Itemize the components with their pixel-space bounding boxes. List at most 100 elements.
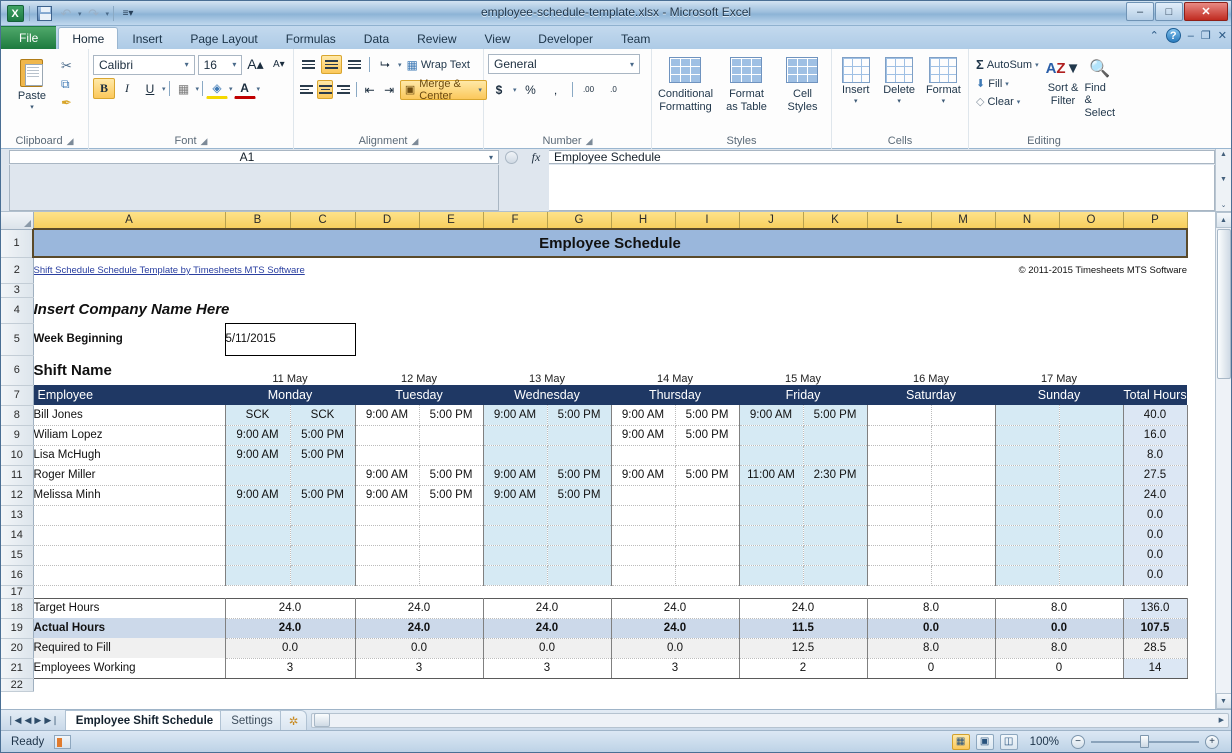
day-date-6[interactable]: 17 May [995,355,1123,385]
tab-team[interactable]: Team [607,27,664,49]
title-cell[interactable]: Employee Schedule [33,229,1187,257]
autosum-button[interactable]: Σ AutoSum ▾ [973,56,1042,73]
row-header-14[interactable]: 14 [1,525,33,545]
week-beginning-value[interactable]: 5/11/2015 [225,323,355,355]
shift-cell[interactable] [290,505,355,525]
formula-bar-scrollbar[interactable]: ▲ ▼ ⌄ [1215,149,1231,211]
column-header-O[interactable]: O [1059,212,1123,229]
alignment-dialog-launcher-icon[interactable]: ◢ [412,136,419,147]
shift-cell[interactable] [290,465,355,485]
shift-cell[interactable] [355,505,419,525]
number-dialog-launcher-icon[interactable]: ◢ [586,136,593,147]
row-header-11[interactable]: 11 [1,465,33,485]
day-date-2[interactable]: 13 May [483,355,611,385]
increase-decimal-icon[interactable]: .00 [578,79,600,100]
shift-cell[interactable] [611,505,675,525]
shift-cell[interactable] [611,565,675,585]
sheet-tab-settings[interactable]: Settings [220,710,284,730]
sheet-row-22[interactable]: 22 [1,678,1187,691]
minimize-button[interactable]: – [1126,2,1154,21]
column-header-M[interactable]: M [931,212,995,229]
empty[interactable] [1123,355,1187,385]
chevron-down-icon[interactable]: ▾ [182,60,192,69]
shift-cell[interactable]: 9:00 AM [739,405,803,425]
paste-dropdown-icon[interactable]: ▾ [30,103,34,111]
column-header-C[interactable]: C [290,212,355,229]
zoom-slider[interactable] [1091,736,1199,748]
shift-cell[interactable] [675,445,739,465]
align-bottom-icon[interactable] [344,55,365,74]
tab-insert[interactable]: Insert [118,27,176,49]
shift-cell[interactable] [355,525,419,545]
shift-cell[interactable] [739,445,803,465]
currency-dropdown-icon[interactable]: ▾ [513,86,517,94]
shift-cell[interactable] [803,525,867,545]
comma-icon[interactable]: , [545,79,567,100]
shift-cell[interactable] [483,525,547,545]
shift-cell[interactable] [290,525,355,545]
shift-cell[interactable] [931,485,995,505]
tab-developer[interactable]: Developer [524,27,607,49]
first-sheet-icon[interactable]: ❘◀ [7,715,21,726]
formula-bar-expand-icon[interactable]: ⌄ [1221,201,1227,209]
header-day-6[interactable]: Sunday [995,385,1123,405]
column-header-G[interactable]: G [547,212,611,229]
workbook-restore-icon[interactable]: ❐ [1201,29,1211,42]
shift-cell[interactable]: SCK [290,405,355,425]
tab-home[interactable]: Home [58,27,118,49]
summary-value[interactable]: 24.0 [483,598,611,618]
sheet-row-15[interactable]: 150.0 [1,545,1187,565]
shift-cell[interactable] [1059,505,1123,525]
sheet-row-5[interactable]: 5Week Beginning5/11/2015 [1,323,1187,355]
header-day-5[interactable]: Saturday [867,385,995,405]
row-header-13[interactable]: 13 [1,505,33,525]
sheet-row-13[interactable]: 130.0 [1,505,1187,525]
fill-color-dropdown-icon[interactable]: ▾ [229,85,233,93]
prev-sheet-icon[interactable]: ◀ [24,715,31,726]
shift-cell[interactable] [225,465,290,485]
format-cells-button[interactable]: Format ▾ [923,54,964,105]
shift-cell[interactable] [803,445,867,465]
summary-value[interactable]: 24.0 [225,598,355,618]
maximize-button[interactable]: □ [1155,2,1183,21]
employee-name[interactable]: Wiliam Lopez [33,425,225,445]
column-header-H[interactable]: H [611,212,675,229]
sheet-row-3[interactable]: 3 [1,283,1187,297]
total-hours-cell[interactable]: 0.0 [1123,565,1187,585]
sheet-row-9[interactable]: 9Wiliam Lopez9:00 AM5:00 PM9:00 AM5:00 P… [1,425,1187,445]
paste-button[interactable]: Paste ▾ [5,54,59,111]
total-hours-cell[interactable]: 40.0 [1123,405,1187,425]
last-sheet-icon[interactable]: ▶❘ [44,715,58,726]
row-header-10[interactable]: 10 [1,445,33,465]
workbook-minimize-icon[interactable]: – [1188,30,1194,42]
week-beginning-label[interactable]: Week Beginning [33,323,225,355]
row-header-3[interactable]: 3 [1,283,33,297]
shift-cell[interactable]: 5:00 PM [547,405,611,425]
shift-cell[interactable] [995,445,1059,465]
shift-cell[interactable] [483,565,547,585]
font-name-combo[interactable]: Calibri ▾ [93,55,195,75]
insert-dropdown-icon[interactable]: ▾ [854,97,858,105]
align-center-icon[interactable] [317,80,334,99]
shift-cell[interactable] [995,465,1059,485]
shift-cell[interactable] [867,445,931,465]
summary-value[interactable]: 24.0 [355,618,483,638]
zoom-out-button[interactable]: − [1071,735,1085,749]
header-total-hours[interactable]: Total Hours [1123,385,1187,405]
summary-value[interactable]: 11.5 [739,618,867,638]
format-painter-icon[interactable]: ✒ [61,95,72,111]
summary-value[interactable]: 0.0 [483,638,611,658]
shift-cell[interactable]: 9:00 AM [355,405,419,425]
summary-value[interactable]: 0 [995,658,1123,678]
shift-cell[interactable] [547,545,611,565]
shift-cell[interactable] [803,485,867,505]
shift-cell[interactable]: 9:00 AM [611,405,675,425]
shift-cell[interactable] [1059,545,1123,565]
workbook-close-icon[interactable]: ✕ [1218,29,1227,42]
sheet-row-20[interactable]: 20Required to Fill0.00.00.00.012.58.08.0… [1,638,1187,658]
row-header-7[interactable]: 7 [1,385,33,405]
shift-cell[interactable] [225,525,290,545]
employee-name[interactable] [33,565,225,585]
shift-cell[interactable] [931,565,995,585]
sheet-row-21[interactable]: 21Employees Working333320014 [1,658,1187,678]
